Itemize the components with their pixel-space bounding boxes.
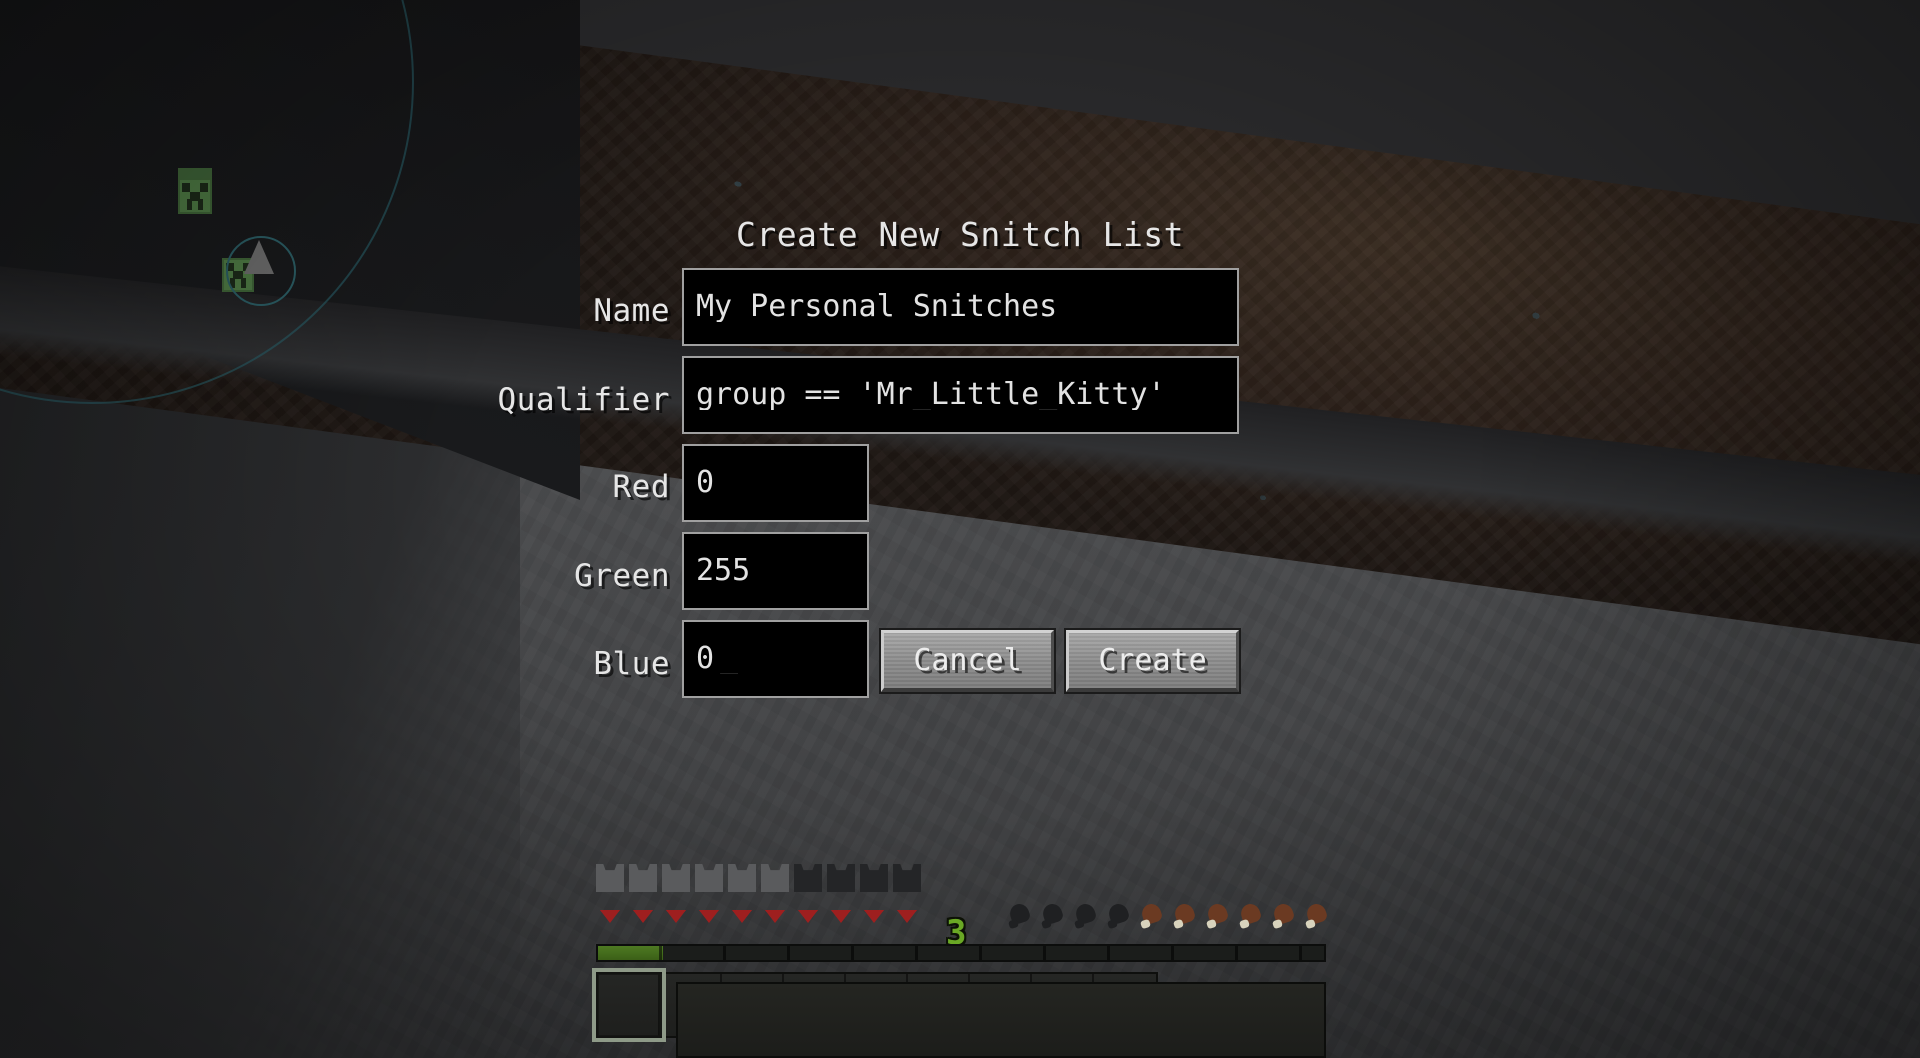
xp-progress-bar xyxy=(596,944,1326,962)
hunger-icon-full xyxy=(1138,901,1166,930)
create-button-label: Create xyxy=(1098,642,1207,678)
hunger-icon-empty xyxy=(1039,901,1067,930)
name-input[interactable]: My Personal Snitches xyxy=(682,268,1239,346)
hunger-icon-empty xyxy=(1006,901,1034,930)
armor-icon-full xyxy=(596,864,624,892)
qualifier-input-value: group == 'Mr_Little_Kitty' xyxy=(696,380,1166,410)
heart-icon-full xyxy=(596,902,624,928)
label-red: Red xyxy=(612,469,670,505)
text-caret: _ xyxy=(720,644,739,674)
armor-bar xyxy=(596,864,926,892)
screen-vignette xyxy=(0,0,1920,1058)
armor-icon-full xyxy=(728,864,756,892)
hunger-icon-empty xyxy=(1105,901,1133,930)
label-name: Name xyxy=(593,293,670,329)
armor-icon-full xyxy=(695,864,723,892)
blue-input-value: 0 xyxy=(696,644,715,674)
armor-icon-full xyxy=(629,864,657,892)
dialog-title: Create New Snitch List xyxy=(735,215,1185,254)
heart-icon-full xyxy=(893,902,921,928)
hotbar-extension xyxy=(676,982,1326,1058)
heart-icon-full xyxy=(662,902,690,928)
heart-icon-full xyxy=(794,902,822,928)
green-input-value: 255 xyxy=(696,556,751,586)
armor-icon-empty xyxy=(794,864,822,892)
green-input[interactable]: 255 xyxy=(682,532,869,610)
red-input-value: 0 xyxy=(696,468,715,498)
armor-icon-full xyxy=(761,864,789,892)
heart-icon-full xyxy=(629,902,657,928)
armor-icon-empty xyxy=(893,864,921,892)
heart-icon-full xyxy=(860,902,888,928)
label-qualifier: Qualifier xyxy=(497,382,670,418)
heart-icon-full xyxy=(827,902,855,928)
create-button[interactable]: Create xyxy=(1064,628,1241,694)
blue-input[interactable]: 0 _ xyxy=(682,620,869,698)
heart-icon-full xyxy=(761,902,789,928)
xp-bar-ticks xyxy=(598,946,1324,960)
hunger-icon-empty xyxy=(1072,901,1100,930)
cancel-button-label: Cancel xyxy=(913,642,1022,678)
name-input-value: My Personal Snitches xyxy=(696,292,1058,322)
world-background xyxy=(0,0,1920,1058)
game-screen: Create New Snitch List Name My Personal … xyxy=(0,0,1920,1058)
hunger-icon-full xyxy=(1171,901,1199,930)
hunger-icon-full xyxy=(1204,901,1232,930)
heart-icon-full xyxy=(695,902,723,928)
hunger-icon-full xyxy=(1303,901,1331,930)
label-green: Green xyxy=(574,558,670,594)
armor-icon-empty xyxy=(827,864,855,892)
red-input[interactable]: 0 xyxy=(682,444,869,522)
health-bar xyxy=(596,902,926,928)
hunger-icon-full xyxy=(1237,901,1265,930)
hunger-icon-full xyxy=(1270,901,1298,930)
cancel-button[interactable]: Cancel xyxy=(879,628,1056,694)
heart-icon-full xyxy=(728,902,756,928)
armor-icon-empty xyxy=(860,864,888,892)
hunger-bar xyxy=(1006,901,1336,930)
label-blue: Blue xyxy=(593,646,670,682)
armor-icon-full xyxy=(662,864,690,892)
qualifier-input[interactable]: group == 'Mr_Little_Kitty' xyxy=(682,356,1239,434)
hotbar-selection-highlight xyxy=(592,968,666,1042)
